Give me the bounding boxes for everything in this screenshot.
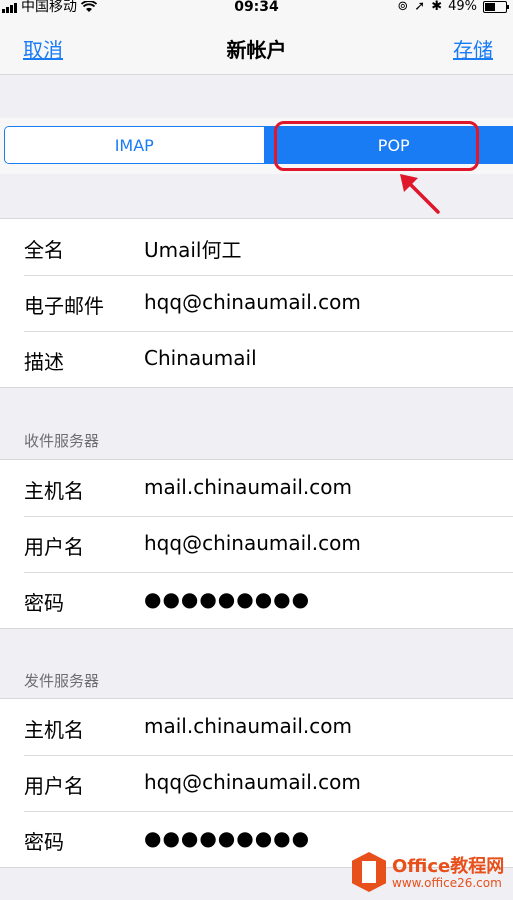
incoming-username-label: 用户名	[24, 535, 84, 559]
office-logo-inner	[362, 861, 376, 883]
incoming-password-row[interactable]: 密码 ●●●●●●●●●	[0, 572, 513, 628]
incoming-hostname-label: 主机名	[24, 479, 84, 503]
outgoing-hostname-field[interactable]: mail.chinaumail.com	[144, 714, 352, 738]
watermark-url: www.office26.com	[392, 876, 502, 890]
email-label: 电子邮件	[24, 294, 104, 318]
outgoing-hostname-row[interactable]: 主机名 mail.chinaumail.com	[0, 699, 513, 755]
outgoing-username-field[interactable]: hqq@chinaumail.com	[144, 770, 361, 794]
incoming-server-group: 主机名 mail.chinaumail.com 用户名 hqq@chinauma…	[0, 459, 513, 629]
incoming-hostname-row[interactable]: 主机名 mail.chinaumail.com	[0, 460, 513, 516]
full-name-field[interactable]: Umail何工	[144, 234, 242, 263]
incoming-username-field[interactable]: hqq@chinaumail.com	[144, 531, 361, 555]
battery-percent: 49%	[448, 0, 477, 14]
description-field[interactable]: Chinaumail	[144, 346, 257, 370]
orientation-lock-icon: ⊚	[397, 0, 409, 14]
description-label: 描述	[24, 350, 64, 374]
incoming-password-label: 密码	[24, 591, 64, 615]
page-title: 新帐户	[226, 38, 287, 62]
navigation-bar: 取消 新帐户 存储	[0, 16, 513, 75]
full-name-row[interactable]: 全名 Umail何工	[0, 219, 513, 275]
incoming-username-row[interactable]: 用户名 hqq@chinaumail.com	[0, 516, 513, 572]
incoming-password-field[interactable]: ●●●●●●●●●	[144, 587, 310, 611]
annotation-arrow-icon	[400, 174, 440, 214]
email-row[interactable]: 电子邮件 hqq@chinaumail.com	[0, 275, 513, 331]
outgoing-server-header: 发件服务器	[24, 672, 100, 690]
segment-imap[interactable]: IMAP	[5, 127, 265, 163]
outgoing-username-row[interactable]: 用户名 hqq@chinaumail.com	[0, 755, 513, 811]
outgoing-server-group: 主机名 mail.chinaumail.com 用户名 hqq@chinauma…	[0, 698, 513, 868]
status-right: ⊚ ➚ ✱ 49%	[397, 0, 509, 14]
description-row[interactable]: 描述 Chinaumail	[0, 331, 513, 387]
outgoing-username-label: 用户名	[24, 774, 84, 798]
outgoing-password-label: 密码	[24, 830, 64, 854]
watermark: Office教程网 www.office26.com	[348, 846, 513, 900]
incoming-server-header: 收件服务器	[24, 432, 100, 450]
email-field[interactable]: hqq@chinaumail.com	[144, 290, 361, 314]
incoming-hostname-field[interactable]: mail.chinaumail.com	[144, 475, 352, 499]
save-button[interactable]: 存储	[453, 34, 493, 63]
status-bar: 中国移动 09:34 ⊚ ➚ ✱ 49%	[0, 0, 513, 16]
annotation-highlight-box	[274, 121, 479, 171]
bluetooth-icon: ✱	[431, 0, 443, 14]
outgoing-hostname-label: 主机名	[24, 718, 84, 742]
battery-icon	[483, 1, 509, 13]
watermark-brand: Office教程网	[392, 856, 505, 877]
account-info-group: 全名 Umail何工 电子邮件 hqq@chinaumail.com 描述 Ch…	[0, 218, 513, 388]
full-name-label: 全名	[24, 238, 64, 262]
outgoing-password-field[interactable]: ●●●●●●●●●	[144, 826, 310, 850]
location-icon: ➚	[414, 0, 426, 14]
